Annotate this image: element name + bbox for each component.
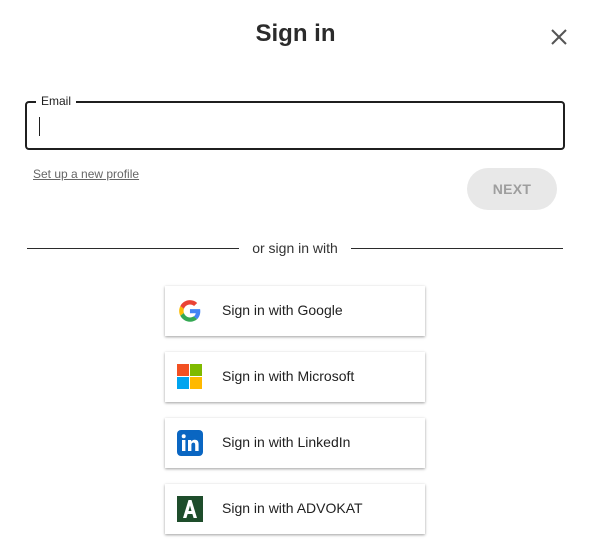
sign-in-google-button[interactable]: Sign in with Google xyxy=(165,286,425,336)
sign-in-dialog: Sign in Email Set up a new profile NEXT … xyxy=(0,0,591,548)
sign-in-linkedin-button[interactable]: Sign in with LinkedIn xyxy=(165,418,425,468)
microsoft-icon xyxy=(177,364,203,390)
email-field[interactable]: Email xyxy=(25,94,565,150)
divider-line-right xyxy=(351,248,563,249)
dialog-title: Sign in xyxy=(255,20,336,47)
or-sign-in-divider: or sign in with xyxy=(27,239,563,259)
sign-in-advokat-button[interactable]: Sign in with ADVOKAT xyxy=(165,484,425,534)
close-icon xyxy=(551,29,567,45)
email-input[interactable] xyxy=(39,111,549,141)
microsoft-label: Sign in with Microsoft xyxy=(222,368,355,384)
linkedin-icon xyxy=(177,430,203,456)
new-profile-link[interactable]: Set up a new profile xyxy=(33,167,139,181)
advokat-icon xyxy=(177,496,203,522)
sign-in-microsoft-button[interactable]: Sign in with Microsoft xyxy=(165,352,425,402)
next-button[interactable]: NEXT xyxy=(467,168,557,210)
google-icon xyxy=(177,298,203,324)
text-caret xyxy=(39,117,40,136)
google-label: Sign in with Google xyxy=(222,302,343,318)
close-button[interactable] xyxy=(546,24,572,50)
linkedin-label: Sign in with LinkedIn xyxy=(222,434,351,450)
email-label: Email xyxy=(36,94,77,108)
advokat-label: Sign in with ADVOKAT xyxy=(222,500,363,516)
